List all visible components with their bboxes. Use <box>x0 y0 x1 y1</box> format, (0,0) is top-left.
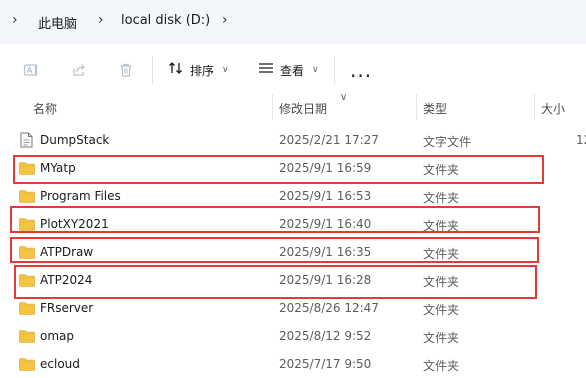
folder-type: 文件夹 <box>423 275 460 289</box>
folder-date: 2025/9/1 16:35 <box>279 245 372 259</box>
folder-date: 2025/7/17 9:50 <box>279 357 372 371</box>
folder-type: 文件夹 <box>423 359 460 373</box>
folder-type: 文件夹 <box>423 163 460 177</box>
folder-row-plotxy2021[interactable]: PlotXY2021 2025/9/1 16:40 文件夹 <box>0 210 586 238</box>
folder-type: 文件夹 <box>423 219 460 233</box>
breadcrumb: › 此电脑 › local disk (D:) › <box>0 0 586 44</box>
column-divider[interactable] <box>534 94 535 120</box>
command-bar: 排序 ∨ 查看 ∨ ... <box>0 44 586 94</box>
folder-icon <box>19 162 35 175</box>
folder-name: ATP2024 <box>40 273 93 287</box>
chevron-down-icon: ∨ <box>312 65 319 75</box>
column-type[interactable]: 类型 <box>423 100 447 117</box>
folder-date: 2025/9/1 16:40 <box>279 217 372 231</box>
folder-name: omap <box>40 329 75 343</box>
folder-row-myatp[interactable]: MYatp 2025/9/1 16:59 文件夹 <box>0 154 586 182</box>
folder-row-omap[interactable]: omap 2025/8/12 9:52 文件夹 <box>0 322 586 350</box>
folder-date: 2025/8/12 9:52 <box>279 329 372 343</box>
folder-icon <box>19 274 35 287</box>
folder-icon <box>19 330 35 343</box>
column-date[interactable]: 修改日期 <box>279 100 327 117</box>
folder-icon <box>19 218 35 231</box>
sort-label: 排序 <box>190 63 215 78</box>
folder-type: 文件夹 <box>423 247 460 261</box>
folder-name: Program Files <box>40 189 121 203</box>
view-label: 查看 <box>280 63 305 78</box>
folder-icon <box>19 246 35 259</box>
folder-type: 文件夹 <box>423 303 460 317</box>
sort-descending-icon: ∨ <box>340 92 348 103</box>
folder-icon <box>19 358 35 371</box>
folder-row-frserver[interactable]: FRserver 2025/8/26 12:47 文件夹 <box>0 294 586 322</box>
breadcrumb-item-local-disk[interactable]: local disk (D:) <box>121 13 210 28</box>
folder-date: 2025/8/26 12:47 <box>279 301 379 315</box>
folder-name: ATPDraw <box>40 245 94 259</box>
file-date: 2025/2/21 17:27 <box>279 133 379 147</box>
file-row-dumpstack[interactable]: DumpStack 2025/2/21 17:27 文字文件 12 <box>0 126 586 154</box>
chevron-right-icon[interactable]: › <box>98 12 104 28</box>
file-type: 文字文件 <box>423 135 472 149</box>
more-options-button[interactable]: ... <box>350 58 372 82</box>
view-button[interactable]: 查看 ∨ <box>258 59 319 81</box>
column-header: 名称 ∨ 修改日期 类型 大小 <box>0 92 586 120</box>
sort-button[interactable]: 排序 ∨ <box>168 59 229 81</box>
column-name[interactable]: 名称 <box>33 100 57 117</box>
chevron-right-icon[interactable]: › <box>12 12 18 28</box>
folder-row-atpdraw[interactable]: ATPDraw 2025/9/1 16:35 文件夹 <box>0 238 586 266</box>
toolbar-divider <box>152 56 153 84</box>
folder-name: MYatp <box>40 161 76 175</box>
folder-icon <box>19 190 35 203</box>
breadcrumb-item-this-pc[interactable]: 此电脑 <box>38 13 77 32</box>
folder-type: 文件夹 <box>423 331 460 345</box>
folder-icon <box>19 302 35 315</box>
folder-date: 2025/9/1 16:28 <box>279 273 372 287</box>
toolbar-divider <box>334 56 335 84</box>
folder-row-atp2024[interactable]: ATP2024 2025/9/1 16:28 文件夹 <box>0 266 586 294</box>
folder-name: ecloud <box>40 357 80 371</box>
delete-icon[interactable] <box>117 61 135 79</box>
folder-date: 2025/9/1 16:53 <box>279 189 372 203</box>
share-icon[interactable] <box>70 61 88 79</box>
chevron-down-icon: ∨ <box>222 65 229 75</box>
folder-name: PlotXY2021 <box>40 217 109 231</box>
folder-date: 2025/9/1 16:59 <box>279 161 372 175</box>
text-file-icon <box>20 132 33 148</box>
sort-icon <box>168 61 184 79</box>
folder-row-program-files[interactable]: Program Files 2025/9/1 16:53 文件夹 <box>0 182 586 210</box>
folder-type: 文件夹 <box>423 191 460 205</box>
rename-icon[interactable] <box>22 61 40 79</box>
folder-name: FRserver <box>40 301 94 315</box>
column-divider[interactable] <box>416 94 417 120</box>
file-size: 12 <box>576 133 586 147</box>
column-divider[interactable] <box>272 94 273 120</box>
chevron-right-icon[interactable]: › <box>222 12 228 28</box>
column-size[interactable]: 大小 <box>541 100 565 117</box>
file-name: DumpStack <box>40 133 110 147</box>
view-list-icon <box>258 61 274 79</box>
